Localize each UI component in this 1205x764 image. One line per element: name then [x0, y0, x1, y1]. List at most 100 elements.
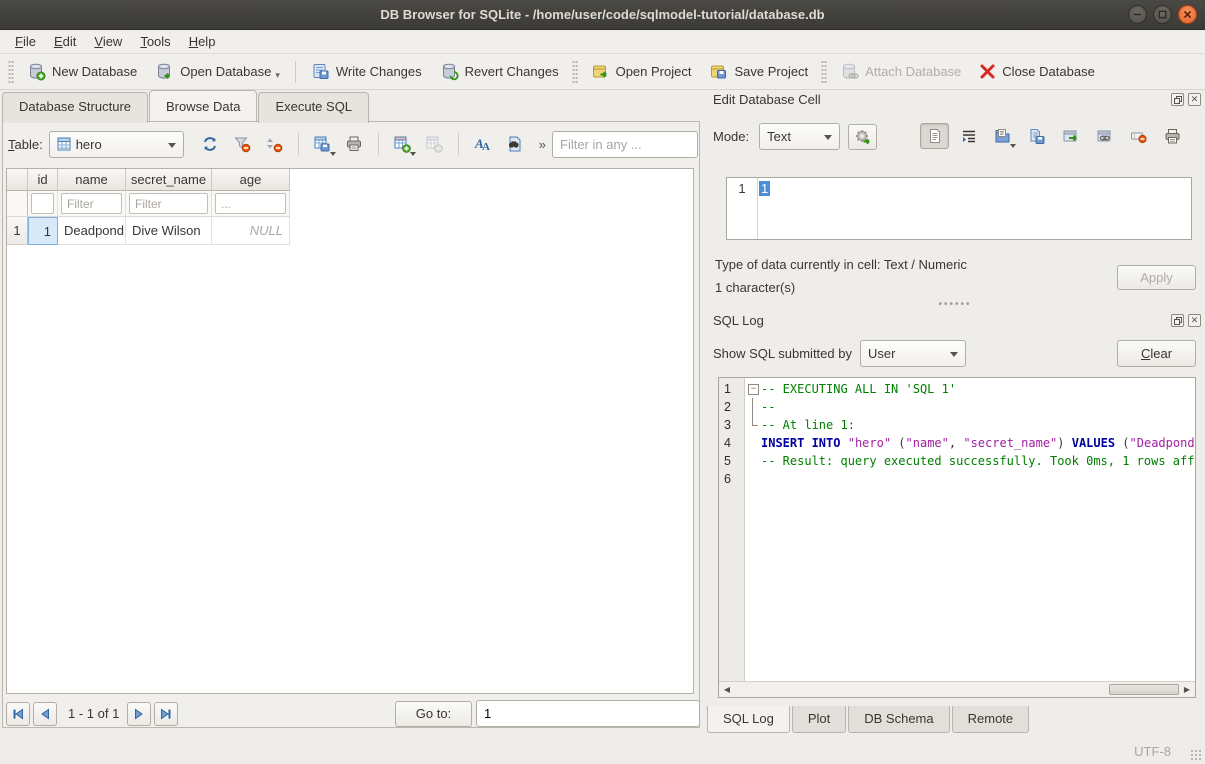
new-record-icon — [393, 135, 411, 153]
menu-tools[interactable]: Tools — [131, 31, 179, 52]
minimize-icon[interactable] — [1128, 5, 1147, 24]
right-dock: Edit Database Cell ✕ Mode: Text 1 1 Ty — [705, 90, 1205, 738]
float-panel-icon[interactable] — [1171, 314, 1184, 327]
previous-record-button[interactable] — [33, 702, 57, 726]
open-database-dropdown-icon[interactable]: ▾ — [275, 70, 280, 81]
tab-execute-sql[interactable]: Execute SQL — [258, 92, 369, 123]
fold-marker-empty — [745, 452, 761, 470]
import-file-button[interactable] — [988, 123, 1017, 149]
log-line: 6 — [719, 470, 1195, 488]
goto-button[interactable]: Go to: — [395, 701, 472, 727]
horizontal-scrollbar[interactable]: ◀ ▶ — [719, 681, 1195, 697]
text-mode-button[interactable] — [920, 123, 949, 149]
data-grid: id name secret_name age 1 1 Deadpond Div… — [6, 168, 694, 694]
cell-id[interactable]: 1 — [28, 217, 58, 245]
open-external-button[interactable] — [1056, 123, 1085, 149]
auto-apply-button[interactable] — [848, 124, 877, 150]
float-panel-icon[interactable] — [1171, 93, 1184, 106]
toolbar-drag-handle[interactable] — [8, 60, 14, 84]
font-icon: AA — [473, 135, 491, 153]
close-database-button[interactable]: Close Database — [970, 59, 1104, 84]
sql-source-selector[interactable]: User — [860, 340, 966, 367]
export-file-button[interactable] — [1022, 123, 1051, 149]
goto-input[interactable] — [476, 700, 700, 727]
set-link-button[interactable] — [1090, 123, 1119, 149]
last-record-button[interactable] — [154, 702, 178, 726]
tab-database-structure[interactable]: Database Structure — [2, 92, 148, 123]
maximize-icon[interactable] — [1153, 5, 1172, 24]
dock-splitter[interactable]: •••••• — [705, 299, 1205, 310]
toolbar-drag-handle[interactable] — [572, 60, 578, 84]
filter-age-input[interactable] — [215, 193, 286, 214]
new-database-button[interactable]: New Database — [18, 58, 146, 85]
grid-filter-row — [7, 191, 693, 217]
print-cell-button[interactable] — [1158, 123, 1187, 149]
save-table-button[interactable] — [308, 131, 337, 157]
cell-secret-name[interactable]: Dive Wilson — [126, 217, 212, 245]
close-icon[interactable] — [1178, 5, 1197, 24]
open-project-button[interactable]: Open Project — [582, 58, 701, 85]
open-database-button[interactable]: Open Database ▾ — [146, 58, 289, 85]
resize-grip-icon[interactable] — [1190, 749, 1202, 761]
clear-sort-button[interactable] — [260, 131, 289, 157]
refresh-button[interactable] — [196, 131, 225, 157]
set-null-button[interactable] — [1124, 123, 1153, 149]
open-external-icon — [1062, 128, 1079, 145]
table-icon — [57, 137, 71, 151]
tab-plot[interactable]: Plot — [792, 706, 846, 733]
set-link-icon — [1096, 128, 1113, 145]
mode-selector[interactable]: Text — [759, 123, 840, 150]
column-header-secret-name[interactable]: secret_name — [126, 169, 212, 191]
scroll-right-icon[interactable]: ▶ — [1179, 682, 1195, 697]
clear-log-button[interactable]: Clear — [1117, 340, 1196, 367]
tab-sql-log[interactable]: SQL Log — [707, 706, 790, 733]
scrollbar-thumb[interactable] — [1109, 684, 1179, 695]
encoding-indicator[interactable]: UTF-8 — [1134, 744, 1171, 759]
fold-marker-empty — [745, 434, 761, 452]
toolbar-drag-handle[interactable] — [821, 60, 827, 84]
find-in-cells-button[interactable] — [500, 131, 529, 157]
cell-name[interactable]: Deadpond — [58, 217, 126, 245]
menu-edit[interactable]: Edit — [45, 31, 85, 52]
tab-browse-data[interactable]: Browse Data — [149, 90, 257, 121]
toolbar-overflow-chevron[interactable]: » — [539, 137, 546, 152]
save-project-button[interactable]: Save Project — [700, 58, 817, 85]
revert-changes-button[interactable]: Revert Changes — [431, 58, 568, 85]
log-line: 1-- EXECUTING ALL IN 'SQL 1' — [719, 380, 1195, 398]
filter-name-input[interactable] — [61, 193, 122, 214]
menu-help[interactable]: Help — [180, 31, 225, 52]
database-open-icon — [155, 62, 174, 81]
next-record-button[interactable] — [127, 702, 151, 726]
filter-any-input[interactable] — [552, 131, 698, 158]
column-header-name[interactable]: name — [58, 169, 126, 191]
cell-age[interactable]: NULL — [212, 217, 290, 245]
clear-filters-button[interactable] — [228, 131, 257, 157]
menu-view[interactable]: View — [85, 31, 131, 52]
filter-id-input[interactable] — [31, 193, 54, 214]
menu-file[interactable]: File — [6, 31, 45, 52]
grid-header-row: id name secret_name age — [7, 169, 693, 191]
write-changes-button[interactable]: Write Changes — [302, 58, 431, 85]
filter-secret-name-input[interactable] — [129, 193, 208, 214]
sql-log-view[interactable]: 1-- EXECUTING ALL IN 'SQL 1'2--3-- At li… — [718, 377, 1196, 698]
row-header[interactable]: 1 — [7, 217, 28, 245]
cell-type-info: Type of data currently in cell: Text / N… — [715, 257, 967, 272]
close-panel-icon[interactable]: ✕ — [1188, 93, 1201, 106]
export-file-icon — [1028, 128, 1045, 145]
fold-marker-icon[interactable] — [745, 380, 761, 398]
column-header-age[interactable]: age — [212, 169, 290, 191]
tab-remote[interactable]: Remote — [952, 706, 1030, 733]
table-selector[interactable]: hero — [49, 131, 184, 158]
print-table-button[interactable] — [340, 131, 369, 157]
column-header-id[interactable]: id — [28, 169, 58, 191]
font-settings-button[interactable]: AA — [468, 131, 497, 157]
word-wrap-button[interactable] — [954, 123, 983, 149]
insert-record-button[interactable] — [388, 131, 417, 157]
close-panel-icon[interactable]: ✕ — [1188, 314, 1201, 327]
grid-corner[interactable] — [7, 169, 28, 191]
tab-db-schema[interactable]: DB Schema — [848, 706, 949, 733]
cell-editor[interactable]: 1 1 — [726, 177, 1192, 240]
first-record-button[interactable] — [6, 702, 30, 726]
log-line: 5-- Result: query executed successfully.… — [719, 452, 1195, 470]
scroll-left-icon[interactable]: ◀ — [719, 682, 735, 697]
